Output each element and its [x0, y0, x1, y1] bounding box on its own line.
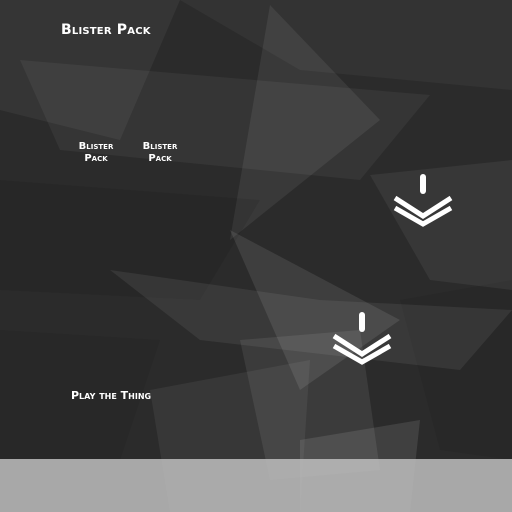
- pack-item-1[interactable]: Blister Pack: [66, 141, 126, 165]
- bottom-bar: [0, 459, 512, 512]
- app-title: Blister Pack: [61, 22, 151, 38]
- pack-item-2[interactable]: Blister Pack: [130, 141, 190, 165]
- pack-label-line2: Pack: [84, 153, 108, 164]
- blister-pack-logo-icon: [332, 312, 392, 365]
- pack-label-line1: Blister: [78, 141, 114, 152]
- blister-pack-logo-icon: [393, 174, 453, 227]
- play-button[interactable]: Play the Thing: [71, 389, 151, 402]
- pack-label-line2: Pack: [148, 153, 172, 164]
- background-pattern: [0, 0, 512, 512]
- pack-label-line1: Blister: [142, 141, 178, 152]
